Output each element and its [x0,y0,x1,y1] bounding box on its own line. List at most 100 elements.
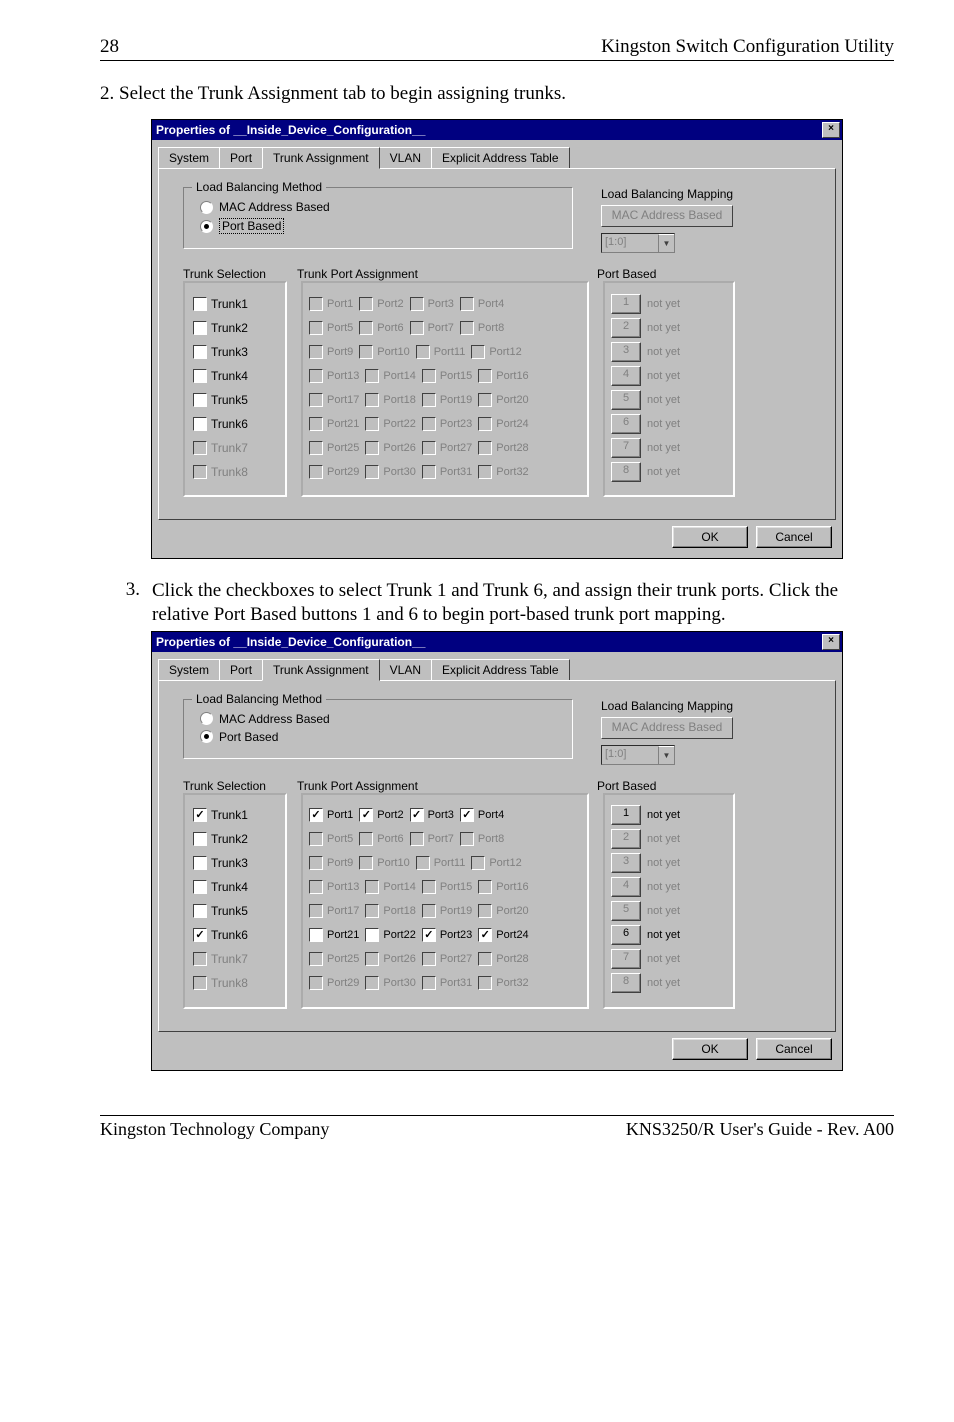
ok-button[interactable]: OK [672,526,748,548]
tab-trunk-assignment[interactable]: Trunk Assignment [262,659,380,681]
port-based-panel: 1 not yet 2 not yet 3 not yet 4 not yet … [603,793,735,1009]
tab-explicit-address[interactable]: Explicit Address Table [431,659,570,681]
port-checkbox-wrap: Port25 [309,952,359,966]
trunk-row: Trunk5 [193,901,279,922]
port-checkbox-wrap: Port7 [410,832,454,846]
port-checkbox[interactable] [478,928,492,942]
trunk-checkbox[interactable] [193,880,207,894]
port-checkbox [309,880,323,894]
not-yet-label: not yet [647,857,680,869]
port-row: Port25 Port26 Port27 Port28 [309,949,581,970]
portbased-row: 2 not yet [611,829,727,850]
port-checkbox-wrap: Port23 [422,417,472,431]
trunk-row: Trunk3 [193,341,279,362]
trunk-checkbox[interactable] [193,904,207,918]
trunk-row: Trunk8 [193,973,279,994]
trunk-checkbox[interactable] [193,297,207,311]
cancel-button[interactable]: Cancel [756,1038,832,1060]
port-checkbox [478,465,492,479]
port-checkbox [422,904,436,918]
port-label: Port7 [428,322,454,334]
port-checkbox [359,297,373,311]
port-checkbox [410,321,424,335]
trunk-checkbox[interactable] [193,417,207,431]
tab-vlan[interactable]: VLAN [379,147,432,169]
tab-system[interactable]: System [158,147,220,169]
trunk-checkbox[interactable] [193,832,207,846]
portbased-button: 4 [611,877,641,897]
port-row: Port29 Port30 Port31 Port32 [309,973,581,994]
port-row: Port1 Port2 Port3 Port4 [309,805,581,826]
port-checkbox[interactable] [460,808,474,822]
port-checkbox-wrap: Port18 [365,393,415,407]
port-label: Port31 [440,977,472,989]
trunk-checkbox[interactable] [193,856,207,870]
port-label: Port27 [440,953,472,965]
combo-value: [1:0] [602,234,658,252]
radio-mac[interactable]: MAC Address Based [200,712,562,726]
portbased-button[interactable]: 1 [611,805,641,825]
portbased-row: 1 not yet [611,293,727,314]
radio-mac[interactable]: MAC Address Based [200,200,562,214]
portbased-row: 2 not yet [611,317,727,338]
load-balancing-group: Load Balancing Method MAC Address Based … [183,187,573,249]
radio-label: MAC Address Based [219,200,330,214]
trunk-label: Trunk6 [211,928,248,942]
tab-explicit-address[interactable]: Explicit Address Table [431,147,570,169]
tab-vlan[interactable]: VLAN [379,659,432,681]
port-checkbox[interactable] [359,808,373,822]
tab-system[interactable]: System [158,659,220,681]
trunk-label: Trunk7 [211,441,248,455]
port-row: Port1 Port2 Port3 Port4 [309,293,581,314]
trunk-checkbox[interactable] [193,369,207,383]
port-checkbox[interactable] [309,928,323,942]
trunk-checkbox[interactable] [193,393,207,407]
port-checkbox-wrap: Port1 [309,297,353,311]
port-label: Port20 [496,394,528,406]
trunk-row: Trunk7 [193,437,279,458]
port-checkbox [359,321,373,335]
port-label: Port25 [327,953,359,965]
trunk-label: Trunk2 [211,321,248,335]
port-checkbox-wrap: Port26 [365,441,415,455]
trunk-checkbox[interactable] [193,808,207,822]
radio-port[interactable]: Port Based [200,730,562,744]
cancel-button[interactable]: Cancel [756,526,832,548]
trunk-checkbox[interactable] [193,928,207,942]
tab-port[interactable]: Port [219,659,263,681]
port-checkbox [309,465,323,479]
close-icon[interactable]: × [822,634,840,650]
port-label: Port28 [496,953,528,965]
port-row: Port29 Port30 Port31 Port32 [309,461,581,482]
port-label: Port2 [377,298,403,310]
trunk-port-assignment-panel: Port1 Port2 Port3 Port4 Port5 Port6 Port… [301,793,589,1009]
port-label: Port13 [327,370,359,382]
trunk-checkbox[interactable] [193,345,207,359]
port-checkbox[interactable] [422,928,436,942]
portbased-button: 8 [611,973,641,993]
portbased-button[interactable]: 6 [611,925,641,945]
port-checkbox-wrap: Port9 [309,345,353,359]
port-label: Port19 [440,394,472,406]
trunk-label: Trunk1 [211,297,248,311]
port-checkbox-wrap: Port19 [422,393,472,407]
port-checkbox [478,880,492,894]
not-yet-label: not yet [647,322,680,334]
port-label: Port17 [327,905,359,917]
ok-button[interactable]: OK [672,1038,748,1060]
trunk-checkbox[interactable] [193,321,207,335]
port-checkbox[interactable] [309,808,323,822]
portbased-row: 6 not yet [611,925,727,946]
port-checkbox[interactable] [365,928,379,942]
tab-port[interactable]: Port [219,147,263,169]
port-checkbox-wrap: Port8 [460,321,504,335]
port-checkbox-wrap: Port13 [309,880,359,894]
trunk-row: Trunk8 [193,461,279,482]
tab-trunk-assignment[interactable]: Trunk Assignment [262,147,380,169]
port-checkbox [460,297,474,311]
port-checkbox[interactable] [410,808,424,822]
close-icon[interactable]: × [822,122,840,138]
trunk-label: Trunk4 [211,369,248,383]
port-checkbox-wrap: Port25 [309,441,359,455]
radio-port[interactable]: Port Based [200,218,562,234]
